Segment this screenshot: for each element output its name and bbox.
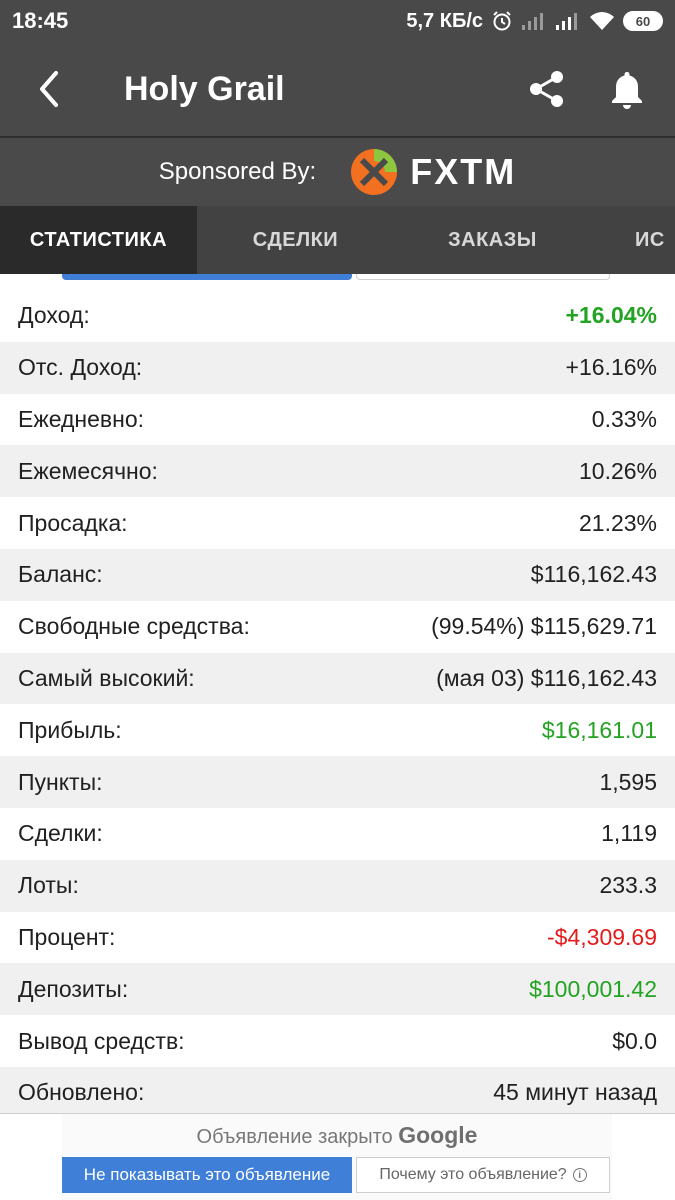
stat-row-highest: Самый высокий: (мая 03) $116,162.43 bbox=[0, 652, 675, 705]
stat-value: $0.0 bbox=[612, 1027, 657, 1054]
stat-value: $100,001.42 bbox=[529, 975, 657, 1002]
fxtm-logo: FXTM bbox=[350, 148, 516, 196]
fxtm-logo-icon bbox=[351, 149, 398, 195]
tab-statistics[interactable]: СТАТИСТИКА bbox=[0, 206, 197, 274]
back-arrow-icon bbox=[40, 71, 58, 107]
ad-banner: Объявление закрыто Google Не показывать … bbox=[0, 1113, 675, 1200]
stat-row-profit: Прибыль: $16,161.01 bbox=[0, 704, 675, 756]
why-this-ad-button[interactable]: Почему это объявление? i bbox=[356, 1157, 610, 1193]
stat-value: 1,119 bbox=[601, 820, 657, 847]
stat-label: Сделки: bbox=[18, 820, 103, 847]
tab-deals[interactable]: СДЕЛКИ bbox=[197, 206, 394, 274]
sponsor-label: Sponsored By: bbox=[158, 158, 317, 185]
statistics-list: Доход: +16.04% Отс. Доход: +16.16% Ежедн… bbox=[0, 290, 675, 1119]
hide-ad-button[interactable]: Не показывать это объявление bbox=[62, 1157, 352, 1193]
stat-label: Самый высокий: bbox=[18, 664, 195, 691]
stat-value: -$4,309.69 bbox=[547, 923, 657, 950]
status-bar: 18:45 5,7 КБ/с 60 bbox=[0, 0, 675, 42]
alarm-icon bbox=[491, 10, 513, 32]
ad-closed-message: Объявление закрыто Google bbox=[62, 1122, 612, 1149]
stat-label: Доход: bbox=[18, 302, 90, 329]
sponsor-banner[interactable]: Sponsored By: FXTM bbox=[0, 138, 675, 206]
tab-history[interactable]: ИС bbox=[591, 206, 675, 274]
bell-icon bbox=[612, 72, 642, 109]
stat-label: Свободные средства: bbox=[18, 613, 250, 640]
share-button[interactable] bbox=[507, 42, 587, 136]
signal-icon bbox=[555, 11, 581, 31]
stat-label: Вывод средств: bbox=[18, 1027, 185, 1054]
stat-label: Лоты: bbox=[18, 872, 79, 899]
ad-buttons-shadow bbox=[0, 274, 675, 284]
stat-label: Ежедневно: bbox=[18, 405, 145, 432]
stat-label: Ежемесячно: bbox=[18, 457, 158, 484]
ad-button-edge bbox=[62, 274, 352, 280]
stat-value: 21.23% bbox=[578, 509, 657, 536]
ad-closed-text: Объявление закрыто bbox=[196, 1126, 393, 1148]
stat-value: 0.33% bbox=[591, 405, 657, 432]
stat-row-monthly: Ежемесячно: 10.26% bbox=[0, 445, 675, 498]
stat-value: (99.54%) $115,629.71 bbox=[431, 613, 657, 640]
stat-label: Обновлено: bbox=[18, 1079, 145, 1106]
back-button[interactable] bbox=[0, 42, 98, 136]
stat-label: Пункты: bbox=[18, 768, 103, 795]
stat-value: 233.3 bbox=[599, 872, 657, 899]
status-icons: 5,7 КБ/с 60 bbox=[406, 10, 663, 33]
stat-row-income: Доход: +16.04% bbox=[0, 290, 675, 342]
stat-value: (мая 03) $116,162.43 bbox=[436, 664, 657, 691]
stat-row-withdrawals: Вывод средств: $0.0 bbox=[0, 1015, 675, 1067]
share-icon bbox=[530, 71, 563, 107]
stat-value: 10.26% bbox=[578, 457, 657, 484]
stat-row-trades: Сделки: 1,119 bbox=[0, 808, 675, 860]
page-title: Holy Grail bbox=[124, 69, 285, 108]
stat-label: Отс. Доход: bbox=[18, 354, 143, 381]
stat-label: Депозиты: bbox=[18, 975, 129, 1002]
stat-row-daily: Ежедневно: 0.33% bbox=[0, 394, 675, 446]
stat-row-interest: Процент: -$4,309.69 bbox=[0, 912, 675, 964]
stat-value: 1,595 bbox=[599, 768, 657, 795]
stat-label: Процент: bbox=[18, 923, 116, 950]
app-bar: Holy Grail bbox=[0, 42, 675, 136]
battery-icon: 60 bbox=[623, 11, 663, 31]
tab-orders[interactable]: ЗАКАЗЫ bbox=[394, 206, 591, 274]
status-time: 18:45 bbox=[12, 8, 69, 33]
info-icon: i bbox=[572, 1168, 587, 1182]
stat-row-abs-income: Отс. Доход: +16.16% bbox=[0, 341, 675, 394]
stat-row-pips: Пункты: 1,595 bbox=[0, 756, 675, 808]
tab-bar: СТАТИСТИКА СДЕЛКИ ЗАКАЗЫ ИС bbox=[0, 206, 675, 274]
fxtm-brand: FXTM bbox=[410, 151, 517, 192]
stat-value: 45 минут назад bbox=[493, 1079, 657, 1106]
stat-row-deposits: Депозиты: $100,001.42 bbox=[0, 963, 675, 1016]
stat-row-drawdown: Просадка: 21.23% bbox=[0, 497, 675, 549]
signal-icon bbox=[521, 11, 547, 31]
why-this-ad-label: Почему это объявление? bbox=[379, 1166, 567, 1183]
stat-value: +16.04% bbox=[565, 302, 657, 329]
network-speed: 5,7 КБ/с bbox=[406, 9, 483, 32]
stat-label: Просадка: bbox=[18, 509, 128, 536]
stat-row-updated: Обновлено: 45 минут назад bbox=[0, 1066, 675, 1119]
stat-label: Баланс: bbox=[18, 561, 103, 588]
stat-value: $116,162.43 bbox=[530, 561, 657, 588]
stat-row-equity: Свободные средства: (99.54%) $115,629.71 bbox=[0, 601, 675, 653]
ad-closed-panel: Объявление закрыто Google Не показывать … bbox=[62, 1114, 612, 1200]
stat-row-balance: Баланс: $116,162.43 bbox=[0, 548, 675, 601]
stat-value: +16.16% bbox=[565, 354, 657, 381]
stat-value: $16,161.01 bbox=[541, 716, 657, 743]
stat-label: Прибыль: bbox=[18, 716, 122, 743]
ad-button-edge bbox=[356, 274, 610, 280]
stat-row-lots: Лоты: 233.3 bbox=[0, 859, 675, 912]
google-logo: Google bbox=[398, 1122, 478, 1148]
wifi-icon bbox=[589, 11, 615, 31]
notifications-button[interactable] bbox=[587, 42, 667, 136]
